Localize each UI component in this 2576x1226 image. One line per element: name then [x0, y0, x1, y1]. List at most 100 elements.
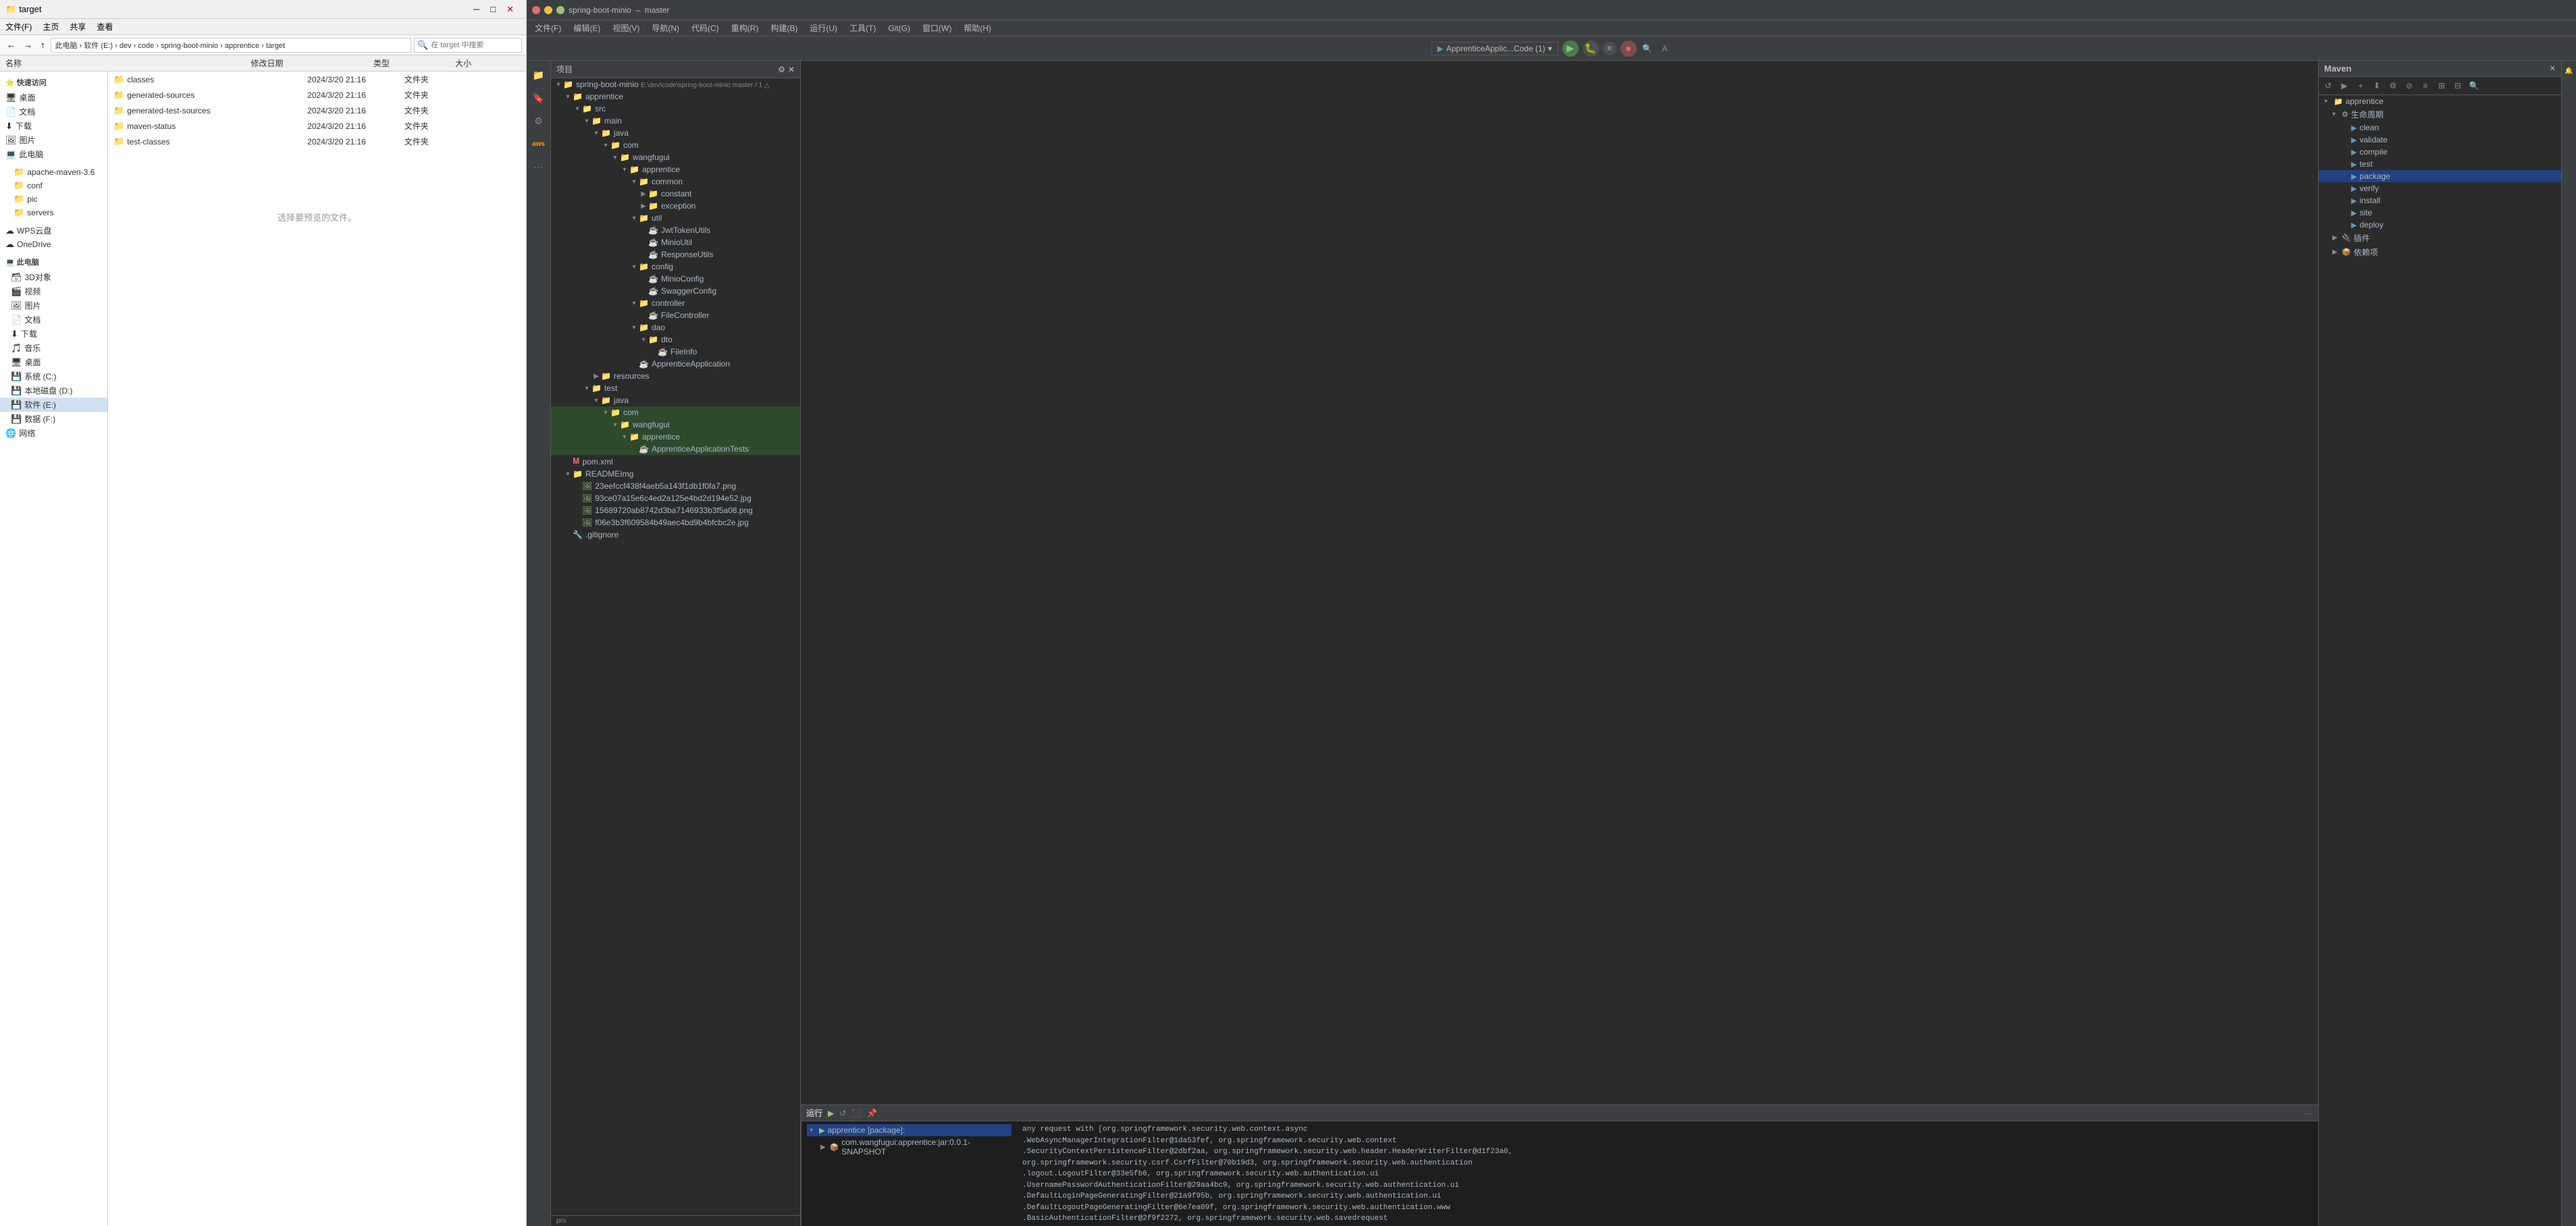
ide-close-btn[interactable] [532, 6, 540, 14]
maven-toggle-btn[interactable]: ≡ [2419, 79, 2432, 92]
sidebar-documents[interactable]: 📄 文档 [0, 313, 107, 327]
maven-lifecycle-group[interactable]: ▾ ⚙ 生命周期 [2319, 107, 2561, 122]
sidebar-drive-d[interactable]: 💾 本地磁盘 (D:) [0, 383, 107, 398]
tree-test-java[interactable]: ▾ 📁 java [551, 394, 800, 406]
tree-pom[interactable]: ▶ 𝐌 pom.xml [551, 455, 800, 468]
aws-btn[interactable]: aws [530, 135, 548, 153]
run-task-apprentice[interactable]: ▾ ▶ apprentice [package]: [807, 1124, 1011, 1136]
sidebar-pictures2[interactable]: 🖼 图片 [0, 298, 107, 313]
tree-common[interactable]: ▾ 📁 common [551, 176, 800, 188]
tree-readme-img[interactable]: ▾ 📁 READMEImg [551, 468, 800, 480]
sidebar-pic[interactable]: 📁 pic [0, 192, 107, 206]
sidebar-drive-c[interactable]: 💾 系统 (C:) [0, 369, 107, 383]
ide-menu-window[interactable]: 窗口(W) [917, 21, 957, 35]
sidebar-downloads[interactable]: ⬇ 下载 [0, 119, 107, 133]
tree-root[interactable]: ▾ 📁 spring-boot-minio E:\dev\code\spring… [551, 78, 800, 90]
run-more-btn[interactable]: ··· [2305, 1109, 2313, 1118]
tree-controller[interactable]: ▾ 📁 controller [551, 297, 800, 309]
tree-com[interactable]: ▾ 📁 com [551, 139, 800, 151]
project-tree-btn[interactable]: 📁 [530, 66, 548, 84]
tree-minio-util[interactable]: ▶ ☕ MinioUtil [551, 236, 800, 248]
translate-btn[interactable]: A [1658, 42, 1672, 55]
maven-settings-btn[interactable]: ⚙ [2386, 79, 2400, 92]
tree-img4[interactable]: ▶ 🖼 f06e3b3f609584b49aec4bd9b4bfcbc2e.jp… [551, 516, 800, 529]
ide-menu-refactor[interactable]: 重构(R) [726, 21, 764, 35]
tree-apprentice-app[interactable]: ▶ ☕ ApprenticeApplication [551, 358, 800, 370]
tree-test-apprentice[interactable]: ▾ 📁 apprentice [551, 431, 800, 443]
tree-config[interactable]: ▾ 📁 config [551, 261, 800, 273]
maven-download-btn[interactable]: ⬇ [2370, 79, 2384, 92]
sidebar-pictures[interactable]: 🖼 图片 [0, 133, 107, 147]
fe-menu-view[interactable]: 查看 [94, 20, 115, 34]
run-config-dropdown[interactable]: ▶ ApprenticeApplic...Code (1) ▾ [1431, 42, 1558, 55]
project-close-icon[interactable]: ✕ [788, 65, 795, 74]
maven-refresh-btn[interactable]: ↺ [2321, 79, 2335, 92]
ide-maximize-btn[interactable] [556, 6, 564, 14]
back-btn[interactable]: ← [4, 38, 18, 51]
search-box[interactable]: 🔍 [414, 38, 522, 53]
maven-skip-tests-btn[interactable]: ⊘ [2402, 79, 2416, 92]
sidebar-desktop2[interactable]: 🖥 桌面 [0, 355, 107, 369]
debug-button[interactable]: 🐛 [1583, 41, 1599, 57]
maximize-btn[interactable]: □ [486, 4, 500, 14]
notifications-btn[interactable]: 🔔 [2562, 63, 2576, 78]
sidebar-docs[interactable]: 📄 文档 [0, 105, 107, 119]
sidebar-wps-cloud[interactable]: ☁ WPS云盘 [0, 223, 107, 238]
run-tab[interactable]: 运行 [806, 1107, 822, 1119]
ide-menu-code[interactable]: 代码(C) [686, 21, 725, 35]
maven-deploy[interactable]: ▶ deploy [2319, 219, 2561, 231]
maven-run-btn[interactable]: ▶ [2338, 79, 2351, 92]
sidebar-onedrive[interactable]: ☁ OneDrive [0, 238, 107, 251]
ide-menu-git[interactable]: Git(G) [883, 22, 916, 34]
ide-menu-tools[interactable]: 工具(T) [844, 21, 881, 35]
run-task-sub[interactable]: ▶ 📦 com.wangfugui:apprentice:jar:0.0.1-S… [807, 1136, 1011, 1158]
ide-menu-edit[interactable]: 编辑(E) [568, 21, 606, 35]
tree-apprentice2[interactable]: ▾ 📁 apprentice [551, 163, 800, 176]
run-stop-btn[interactable]: ⬛ [851, 1109, 862, 1118]
tree-test-com[interactable]: ▾ 📁 com [551, 406, 800, 419]
ide-menu-view[interactable]: 视图(V) [607, 21, 645, 35]
fe-menu-share[interactable]: 共享 [67, 20, 88, 34]
maven-expand-btn[interactable]: ⊞ [2435, 79, 2448, 92]
sidebar-this-pc-quick[interactable]: 💻 此电脑 [0, 147, 107, 161]
sidebar-downloads2[interactable]: ⬇ 下载 [0, 327, 107, 341]
tree-src[interactable]: ▾ 📁 src [551, 103, 800, 115]
sidebar-music[interactable]: 🎵 音乐 [0, 341, 107, 355]
file-row-test-classes[interactable]: 📁 test-classes 2024/3/20 21:16 文件夹 [108, 134, 526, 149]
tree-jwt-token-utils[interactable]: ▶ ☕ JwtTokenUtils [551, 224, 800, 236]
ide-menu-nav[interactable]: 导航(N) [646, 21, 685, 35]
file-row-generated-test-sources[interactable]: 📁 generated-test-sources 2024/3/20 21:16… [108, 103, 526, 118]
maven-add-btn[interactable]: + [2354, 79, 2367, 92]
tree-resources[interactable]: ▶ 📁 resources [551, 370, 800, 382]
sidebar-videos[interactable]: 🎬 视频 [0, 284, 107, 298]
ide-menu-file[interactable]: 文件(F) [529, 21, 567, 35]
maven-search-btn[interactable]: 🔍 [2467, 79, 2481, 92]
ide-menu-run[interactable]: 运行(U) [804, 21, 843, 35]
tree-file-controller[interactable]: ▶ ☕ FileController [551, 309, 800, 321]
sidebar-desktop[interactable]: 🖥 桌面 [0, 90, 107, 105]
close-btn[interactable]: ✕ [502, 4, 518, 15]
tree-response-utils[interactable]: ▶ ☕ ResponseUtils [551, 248, 800, 261]
forward-btn[interactable]: → [21, 38, 35, 51]
tree-main[interactable]: ▾ 📁 main [551, 115, 800, 127]
maven-verify[interactable]: ▶ verify [2319, 182, 2561, 194]
structure-btn[interactable]: ⚙ [530, 112, 548, 130]
sidebar-drive-e[interactable]: 💾 软件 (E:) [0, 398, 107, 412]
tree-img1[interactable]: ▶ 🖼 23eefccf438f4aeb5a143f1db1f0fa7.png [551, 480, 800, 492]
maven-package[interactable]: ▶ package [2319, 170, 2561, 182]
run-pin-btn[interactable]: 📌 [867, 1109, 877, 1118]
maven-site[interactable]: ▶ site [2319, 207, 2561, 219]
tree-file-info[interactable]: ▶ ☕ FileInfo [551, 346, 800, 358]
maven-close-btn[interactable]: ✕ [2550, 64, 2556, 73]
tree-img2[interactable]: ▶ 🖼 93ce07a15e6c4ed2a125e4bd2d194e52.jpg [551, 492, 800, 504]
tree-exception[interactable]: ▶ 📁 exception [551, 200, 800, 212]
more-tools-btn[interactable]: ··· [530, 158, 548, 176]
sidebar-apache-maven[interactable]: 📁 apache-maven-3.6 [0, 165, 107, 179]
maven-module-apprentice[interactable]: ▾ 📁 apprentice [2319, 95, 2561, 107]
file-row-classes[interactable]: 📁 classes 2024/3/20 21:16 文件夹 [108, 72, 526, 87]
bookmarks-btn[interactable]: 🔖 [530, 89, 548, 107]
sidebar-drive-f[interactable]: 💾 数据 (F:) [0, 412, 107, 426]
maven-test[interactable]: ▶ test [2319, 158, 2561, 170]
tree-util[interactable]: ▾ 📁 util [551, 212, 800, 224]
tree-test-wangfugui[interactable]: ▾ 📁 wangfugui [551, 419, 800, 431]
